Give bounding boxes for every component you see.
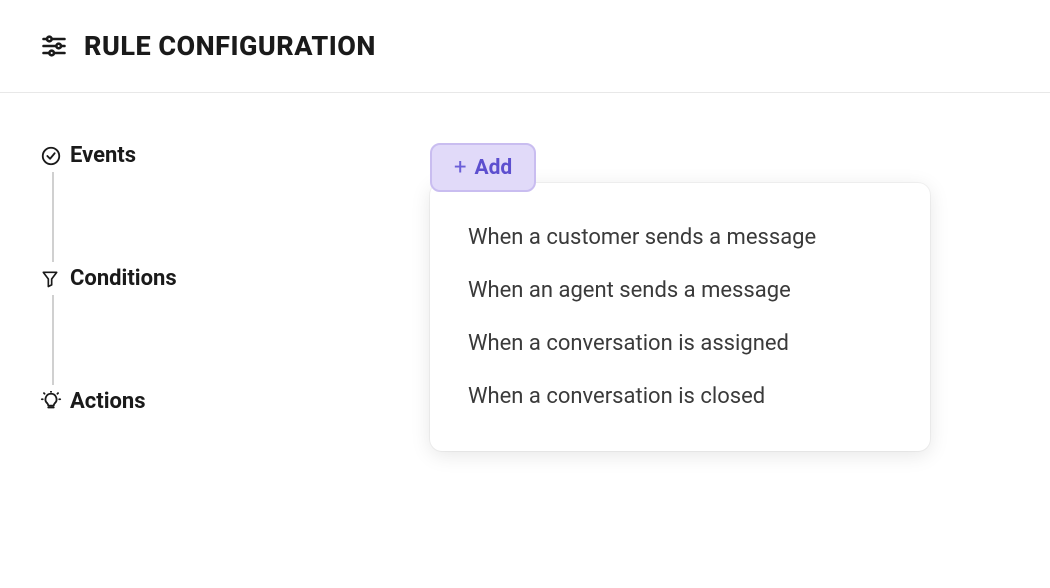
main-panel: + Add When a customer sends a message Wh… (430, 143, 1010, 414)
dropdown-item[interactable]: When an agent sends a message (468, 264, 892, 317)
dropdown-item[interactable]: When a conversation is assigned (468, 317, 892, 370)
content: Events Conditions (0, 93, 1050, 464)
header: RULE CONFIGURATION (0, 0, 1050, 93)
lightbulb-icon (40, 391, 70, 413)
plus-icon: + (454, 155, 466, 180)
connector-line (52, 295, 54, 385)
add-button-label: Add (474, 156, 512, 180)
sidebar-item-label: Actions (70, 389, 146, 414)
sidebar-item-events[interactable]: Events (40, 143, 430, 168)
dropdown-item[interactable]: When a conversation is closed (468, 370, 892, 415)
clock-check-icon (40, 145, 70, 167)
sidebar-item-conditions[interactable]: Conditions (40, 266, 430, 291)
sidebar-item-label: Conditions (70, 266, 177, 291)
funnel-icon (40, 269, 70, 289)
sidebar: Events Conditions (40, 143, 430, 414)
connector-line (52, 172, 54, 262)
dropdown-item[interactable]: When a customer sends a message (468, 219, 892, 264)
sidebar-item-actions[interactable]: Actions (40, 389, 430, 414)
page-title: RULE CONFIGURATION (84, 30, 376, 62)
sliders-icon (40, 32, 68, 60)
sidebar-item-label: Events (70, 143, 136, 168)
events-dropdown: When a customer sends a message When an … (430, 183, 930, 451)
add-button[interactable]: + Add (430, 143, 536, 192)
